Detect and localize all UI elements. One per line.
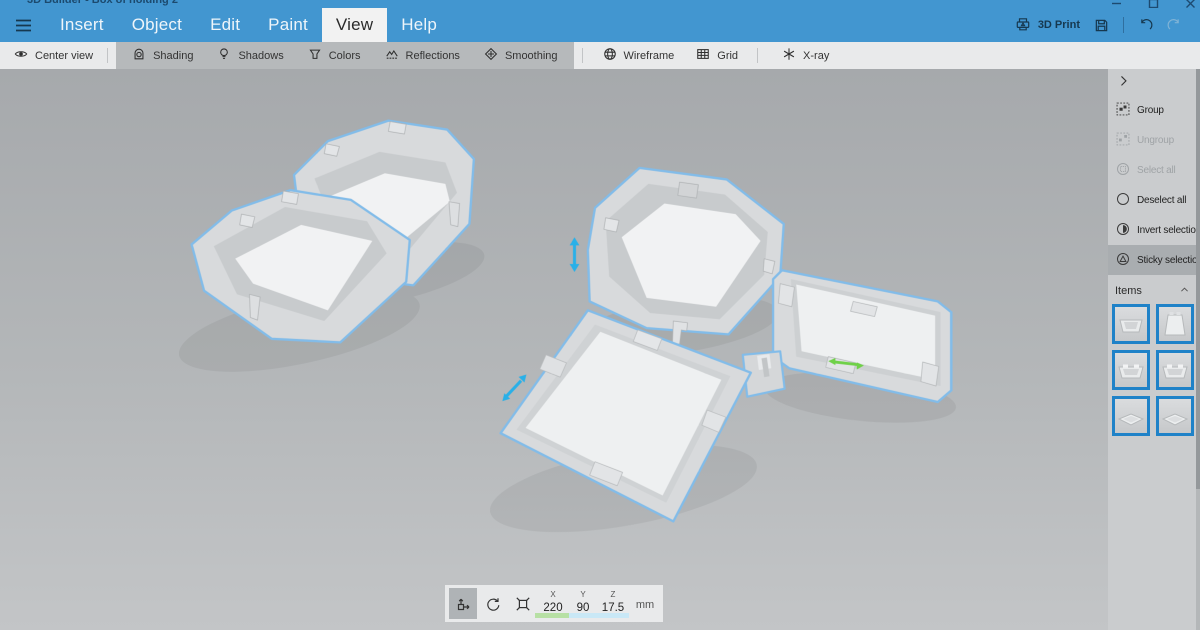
axis-x-label: X [550, 591, 555, 600]
chevron-up-icon [1179, 284, 1190, 298]
group-button[interactable]: Group [1108, 95, 1200, 125]
menubar: Insert Object Edit Paint View Help 3D Pr… [0, 8, 1200, 42]
invert-selection-icon [1116, 222, 1130, 239]
titlebar: 3D Builder - Box of holding 2 [0, 0, 1200, 8]
3d-viewport[interactable]: X 220 Y 90 Z 17.5 mm [0, 69, 1108, 630]
item-thumbnail-open-box[interactable] [1112, 304, 1150, 344]
xray-toggle[interactable]: X-ray [771, 42, 840, 69]
view-toolbar: Center view Shading Shadows Colors [0, 42, 1200, 69]
item-thumbnail-standing-lid[interactable] [1156, 304, 1194, 344]
smoothing-icon [484, 47, 498, 64]
menu-view[interactable]: View [322, 8, 387, 42]
shading-toggle[interactable]: Shading [120, 42, 205, 69]
panel-collapse-button[interactable] [1108, 69, 1200, 95]
items-thumbnail-grid [1108, 304, 1196, 436]
items-section-header[interactable]: Items [1108, 278, 1200, 304]
item-thumbnail-flat-lid[interactable] [1112, 396, 1150, 436]
group-icon [1116, 102, 1130, 119]
grid-toggle[interactable]: Grid [685, 42, 749, 69]
item-thumbnail-flat-lid[interactable] [1156, 396, 1194, 436]
chevron-right-icon [1117, 74, 1130, 90]
hamburger-menu-icon[interactable] [0, 8, 46, 42]
deselect-all-button[interactable]: Deselect all [1108, 185, 1200, 215]
3d-printer-icon [1015, 16, 1031, 35]
axis-x-readout[interactable]: X 220 [538, 591, 568, 614]
center-view-button[interactable]: Center view [0, 42, 104, 69]
axis-yz-color-bar [569, 613, 629, 618]
toolbar-separator [757, 48, 758, 63]
item-thumbnail-open-box-clips[interactable] [1156, 350, 1194, 390]
axis-z-label: Z [611, 591, 616, 600]
menu-help[interactable]: Help [387, 8, 451, 42]
panel-scrollbar[interactable] [1196, 69, 1200, 630]
toolbar-separator [107, 48, 108, 63]
rotate-tool-button[interactable] [479, 588, 507, 619]
shading-icon [132, 47, 146, 64]
menu-paint[interactable]: Paint [254, 8, 322, 42]
grid-icon [696, 47, 710, 64]
menu-object[interactable]: Object [118, 8, 196, 42]
select-all-icon [1116, 162, 1130, 179]
scrollbar-thumb[interactable] [1196, 69, 1200, 489]
unit-label: mm [628, 599, 662, 611]
redo-icon[interactable] [1167, 18, 1182, 33]
reflections-toggle[interactable]: Reflections [373, 42, 472, 69]
axis-x-color-bar [535, 613, 569, 618]
paint-cup-icon [308, 47, 322, 64]
invert-selection-button[interactable]: Invert selection [1108, 215, 1200, 245]
menu-edit[interactable]: Edit [196, 8, 254, 42]
window-title: 3D Builder - Box of holding 2 [27, 0, 178, 6]
close-icon[interactable] [1185, 0, 1196, 8]
reflections-icon [385, 47, 399, 64]
render-toggles-group: Shading Shadows Colors Reflections [116, 42, 573, 69]
menubar-separator [1123, 17, 1124, 33]
sticky-selection-icon [1116, 252, 1130, 269]
move-handle-vertical-icon[interactable] [570, 237, 580, 272]
shadows-toggle[interactable]: Shadows [205, 42, 295, 69]
axis-y-readout[interactable]: Y 90 [568, 591, 598, 614]
toolbar-separator [582, 48, 583, 63]
ungroup-icon [1116, 132, 1130, 149]
undo-icon[interactable] [1138, 18, 1153, 33]
print-3d-button[interactable]: 3D Print [1015, 16, 1080, 35]
save-icon[interactable] [1094, 18, 1109, 33]
wireframe-globe-icon [603, 47, 617, 64]
move-handle-diagonal-icon[interactable] [502, 374, 526, 401]
sticky-selection-button[interactable]: Sticky selection [1108, 245, 1200, 275]
ungroup-button[interactable]: Ungroup [1108, 125, 1200, 155]
minimize-icon[interactable] [1111, 0, 1122, 8]
move-tool-button[interactable] [449, 588, 477, 619]
deselect-all-icon [1116, 192, 1130, 209]
smoothing-toggle[interactable]: Smoothing [472, 42, 570, 69]
menu-insert[interactable]: Insert [46, 8, 118, 42]
eye-icon [14, 47, 28, 64]
axis-z-readout[interactable]: Z 17.5 [598, 591, 628, 614]
colors-toggle[interactable]: Colors [296, 42, 373, 69]
maximize-icon[interactable] [1148, 0, 1159, 8]
scale-tool-button[interactable] [509, 588, 537, 619]
axis-y-label: Y [580, 591, 585, 600]
select-all-button[interactable]: Select all [1108, 155, 1200, 185]
xray-icon [782, 47, 796, 64]
selection-panel: Group Ungroup Select all Deselect all In [1108, 69, 1200, 630]
transform-toolbar: X 220 Y 90 Z 17.5 mm [445, 585, 663, 622]
scene-canvas [0, 69, 1108, 630]
wireframe-toggle[interactable]: Wireframe [592, 42, 686, 69]
item-thumbnail-open-box-clips[interactable] [1112, 350, 1150, 390]
3d-builder-window: 3D Builder - Box of holding 2 Insert Obj… [0, 0, 1200, 630]
lightbulb-icon [217, 47, 231, 64]
